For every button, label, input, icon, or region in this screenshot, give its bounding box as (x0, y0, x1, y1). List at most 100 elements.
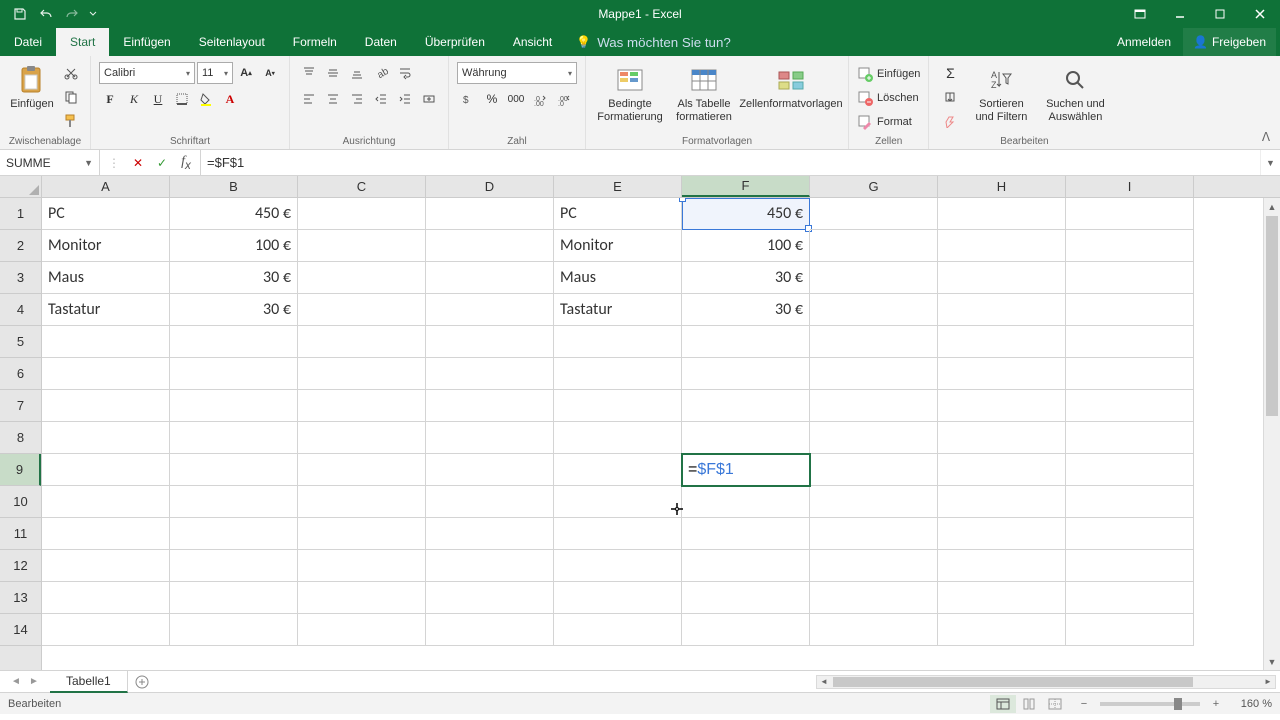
view-page-layout-icon[interactable] (1016, 695, 1042, 713)
cell-E8[interactable] (554, 422, 682, 454)
cell-B14[interactable] (170, 614, 298, 646)
cell-H9[interactable] (938, 454, 1066, 486)
signin-button[interactable]: Anmelden (1107, 28, 1181, 56)
tab-review[interactable]: Überprüfen (411, 28, 499, 56)
vertical-scrollbar[interactable]: ▲ ▼ (1263, 198, 1280, 670)
cell-E10[interactable] (554, 486, 682, 518)
cell-G10[interactable] (810, 486, 938, 518)
align-center-icon[interactable] (322, 88, 344, 110)
share-button[interactable]: 👤 Freigeben (1183, 28, 1276, 56)
row-header-8[interactable]: 8 (0, 422, 41, 454)
increase-decimal-icon[interactable]: .0.00 (529, 88, 551, 110)
cell-D1[interactable] (426, 198, 554, 230)
expand-formula-bar-icon[interactable]: ▼ (1260, 150, 1280, 175)
row-header-1[interactable]: 1 (0, 198, 41, 230)
cell-I5[interactable] (1066, 326, 1194, 358)
cell-C7[interactable] (298, 390, 426, 422)
cell-H4[interactable] (938, 294, 1066, 326)
cell-B12[interactable] (170, 550, 298, 582)
cell-G5[interactable] (810, 326, 938, 358)
cell-H12[interactable] (938, 550, 1066, 582)
find-select-button[interactable]: Suchen und Auswählen (1039, 62, 1111, 126)
minimize-icon[interactable] (1160, 0, 1200, 28)
cell-I6[interactable] (1066, 358, 1194, 390)
cell-F5[interactable] (682, 326, 810, 358)
increase-indent-icon[interactable] (394, 88, 416, 110)
cell-C13[interactable] (298, 582, 426, 614)
cell-B9[interactable] (170, 454, 298, 486)
tab-home[interactable]: Start (56, 28, 109, 56)
cell-G13[interactable] (810, 582, 938, 614)
cell-G4[interactable] (810, 294, 938, 326)
col-header-F[interactable]: F (682, 176, 810, 197)
copy-icon[interactable] (60, 86, 82, 108)
cell-I11[interactable] (1066, 518, 1194, 550)
cell-C14[interactable] (298, 614, 426, 646)
scroll-thumb[interactable] (1266, 216, 1278, 416)
cell-D4[interactable] (426, 294, 554, 326)
cell-B4[interactable]: 30 € (170, 294, 298, 326)
view-normal-icon[interactable] (990, 695, 1016, 713)
cell-C5[interactable] (298, 326, 426, 358)
decrease-indent-icon[interactable] (370, 88, 392, 110)
row-header-3[interactable]: 3 (0, 262, 41, 294)
cell-E6[interactable] (554, 358, 682, 390)
cell-D3[interactable] (426, 262, 554, 294)
cell-H11[interactable] (938, 518, 1066, 550)
row-header-14[interactable]: 14 (0, 614, 41, 646)
cell-F13[interactable] (682, 582, 810, 614)
col-header-E[interactable]: E (554, 176, 682, 197)
cell-I2[interactable] (1066, 230, 1194, 262)
align-bottom-icon[interactable] (346, 62, 368, 84)
insert-cells-button[interactable]: Einfügen (877, 68, 920, 80)
fill-color-icon[interactable] (195, 88, 217, 110)
cell-C12[interactable] (298, 550, 426, 582)
align-left-icon[interactable] (298, 88, 320, 110)
cell-F7[interactable] (682, 390, 810, 422)
cell-B11[interactable] (170, 518, 298, 550)
zoom-in-icon[interactable]: + (1208, 696, 1224, 712)
cell-A2[interactable]: Monitor (42, 230, 170, 262)
cell-E2[interactable]: Monitor (554, 230, 682, 262)
clear-icon[interactable] (937, 110, 963, 132)
wrap-text-icon[interactable] (394, 62, 416, 84)
col-header-G[interactable]: G (810, 176, 938, 197)
italic-icon[interactable]: K (123, 88, 145, 110)
scroll-right-icon[interactable]: ► (1261, 676, 1275, 688)
cell-G12[interactable] (810, 550, 938, 582)
cell-I3[interactable] (1066, 262, 1194, 294)
cell-B13[interactable] (170, 582, 298, 614)
cell-H2[interactable] (938, 230, 1066, 262)
cell-E1[interactable]: PC (554, 198, 682, 230)
undo-icon[interactable] (34, 3, 58, 25)
tab-data[interactable]: Daten (351, 28, 411, 56)
row-header-4[interactable]: 4 (0, 294, 41, 326)
cell-A8[interactable] (42, 422, 170, 454)
collapse-ribbon-icon[interactable]: ᐱ (1256, 127, 1276, 147)
cell-H6[interactable] (938, 358, 1066, 390)
row-header-5[interactable]: 5 (0, 326, 41, 358)
cell-A6[interactable] (42, 358, 170, 390)
name-box[interactable]: SUMME ▼ (0, 150, 100, 175)
view-page-break-icon[interactable] (1042, 695, 1068, 713)
row-header-9[interactable]: 9 (0, 454, 41, 486)
sheet-tab-1[interactable]: Tabelle1 (50, 671, 128, 693)
delete-cells-button[interactable]: Löschen (877, 92, 919, 104)
scroll-left-icon[interactable]: ◄ (817, 676, 831, 688)
cell-F6[interactable] (682, 358, 810, 390)
cell-A13[interactable] (42, 582, 170, 614)
formula-input[interactable]: =$F$1 (201, 150, 1260, 175)
cell-I12[interactable] (1066, 550, 1194, 582)
cell-D12[interactable] (426, 550, 554, 582)
cell-H14[interactable] (938, 614, 1066, 646)
cell-D11[interactable] (426, 518, 554, 550)
cell-I8[interactable] (1066, 422, 1194, 454)
row-header-2[interactable]: 2 (0, 230, 41, 262)
cell-G7[interactable] (810, 390, 938, 422)
tab-view[interactable]: Ansicht (499, 28, 566, 56)
horizontal-scrollbar[interactable]: ◄ ► (816, 675, 1276, 689)
number-format-select[interactable]: Währung▾ (457, 62, 577, 84)
cell-H5[interactable] (938, 326, 1066, 358)
cancel-formula-icon[interactable]: ✕ (126, 150, 150, 175)
cell-F11[interactable] (682, 518, 810, 550)
